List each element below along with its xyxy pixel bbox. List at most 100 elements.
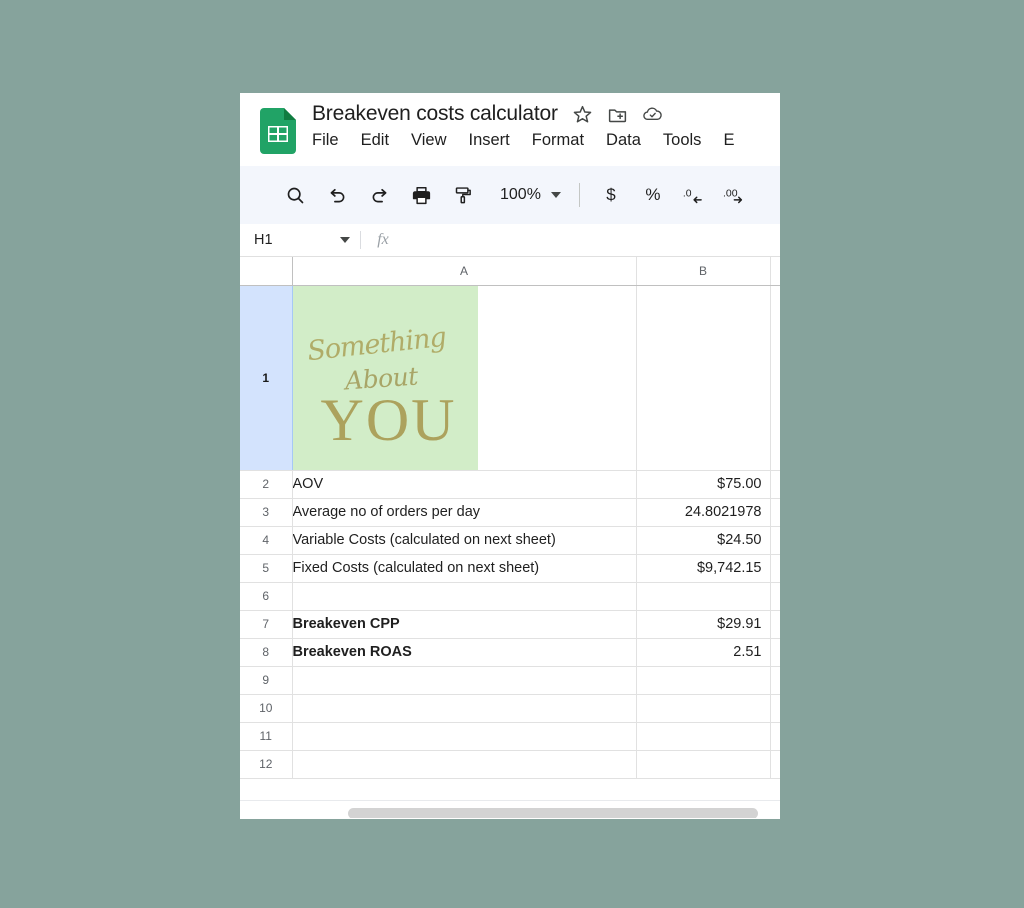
name-box[interactable]: H1 xyxy=(240,224,360,256)
move-to-folder-icon[interactable] xyxy=(607,104,628,125)
cell-a8[interactable]: Breakeven ROAS xyxy=(292,638,637,667)
cell-c7[interactable] xyxy=(770,610,780,639)
row-header-2[interactable]: 2 xyxy=(240,470,293,499)
cell-a1[interactable]: Something About YOU xyxy=(292,285,637,471)
menu-file[interactable]: File xyxy=(312,130,339,151)
menu-view[interactable]: View xyxy=(411,130,446,151)
menu-bar: File Edit View Insert Format Data Tools … xyxy=(312,130,734,151)
menu-insert[interactable]: Insert xyxy=(469,130,510,151)
grid-table: A B 1 Something About YOU 2 AOV $75.00 3… xyxy=(240,257,780,779)
column-header-row: A B xyxy=(240,257,780,286)
toolbar-divider xyxy=(578,183,580,207)
cell-b4[interactable]: $24.50 xyxy=(636,526,771,555)
formula-input[interactable] xyxy=(405,224,780,256)
row-header-5[interactable]: 5 xyxy=(240,554,293,583)
zoom-value: 100% xyxy=(500,186,541,203)
row-header-6[interactable]: 6 xyxy=(240,582,293,611)
cell-c4[interactable] xyxy=(770,526,780,555)
increase-decimal-icon[interactable]: .00 xyxy=(716,178,758,212)
row-header-11[interactable]: 11 xyxy=(240,722,293,751)
cell-b5[interactable]: $9,742.15 xyxy=(636,554,771,583)
table-row: 1 Something About YOU xyxy=(240,285,780,471)
cell-c8[interactable] xyxy=(770,638,780,667)
horizontal-scrollbar[interactable] xyxy=(240,800,780,818)
cell-a12[interactable] xyxy=(292,750,637,779)
svg-text:.00: .00 xyxy=(723,187,738,199)
cell-b6[interactable] xyxy=(636,582,771,611)
print-icon[interactable] xyxy=(400,178,442,212)
row-header-1[interactable]: 1 xyxy=(240,285,293,471)
menu-extensions[interactable]: E xyxy=(723,130,734,151)
logo-line-1: Something xyxy=(305,321,447,367)
brand-logo-image: Something About YOU xyxy=(292,285,478,469)
table-row: 7 Breakeven CPP $29.91 xyxy=(240,610,780,639)
toolbar: 100% $ % .0 .00 xyxy=(240,166,780,224)
cell-a9[interactable] xyxy=(292,666,637,695)
percent-format-button[interactable]: % xyxy=(632,178,674,212)
cell-a10[interactable] xyxy=(292,694,637,723)
cell-a4[interactable]: Variable Costs (calculated on next sheet… xyxy=(292,526,637,555)
title-row: Breakeven costs calculator xyxy=(312,102,663,126)
cell-c1[interactable] xyxy=(770,285,780,471)
redo-icon[interactable] xyxy=(358,178,400,212)
paint-format-icon[interactable] xyxy=(442,178,484,212)
table-row: 12 xyxy=(240,750,780,779)
scrollbar-track[interactable] xyxy=(292,804,780,818)
decrease-decimal-icon[interactable]: .0 xyxy=(674,178,716,212)
column-header-a[interactable]: A xyxy=(292,257,637,286)
row-header-10[interactable]: 10 xyxy=(240,694,293,723)
cell-c10[interactable] xyxy=(770,694,780,723)
cell-c5[interactable] xyxy=(770,554,780,583)
row-header-12[interactable]: 12 xyxy=(240,750,293,779)
cell-b7[interactable]: $29.91 xyxy=(636,610,771,639)
table-row: 4 Variable Costs (calculated on next she… xyxy=(240,526,780,555)
cell-a3[interactable]: Average no of orders per day xyxy=(292,498,637,527)
select-all-corner[interactable] xyxy=(240,257,293,286)
star-icon[interactable] xyxy=(572,104,593,125)
cell-c12[interactable] xyxy=(770,750,780,779)
cell-c3[interactable] xyxy=(770,498,780,527)
cloud-saved-icon[interactable] xyxy=(642,104,663,125)
cell-c6[interactable] xyxy=(770,582,780,611)
cell-b11[interactable] xyxy=(636,722,771,751)
cell-c11[interactable] xyxy=(770,722,780,751)
menu-data[interactable]: Data xyxy=(606,130,641,151)
document-title[interactable]: Breakeven costs calculator xyxy=(312,102,558,126)
cell-c2[interactable] xyxy=(770,470,780,499)
cell-a7[interactable]: Breakeven CPP xyxy=(292,610,637,639)
cell-b12[interactable] xyxy=(636,750,771,779)
table-row: 5 Fixed Costs (calculated on next sheet)… xyxy=(240,554,780,583)
menu-edit[interactable]: Edit xyxy=(361,130,389,151)
grid-body: 1 Something About YOU 2 AOV $75.00 3 Ave… xyxy=(240,285,780,779)
cell-b10[interactable] xyxy=(636,694,771,723)
column-header-c[interactable] xyxy=(770,257,780,286)
chevron-down-icon xyxy=(550,192,561,198)
table-row: 9 xyxy=(240,666,780,695)
cell-b9[interactable] xyxy=(636,666,771,695)
cell-a6[interactable] xyxy=(292,582,637,611)
row-header-8[interactable]: 8 xyxy=(240,638,293,667)
chevron-down-icon[interactable] xyxy=(340,237,350,243)
cell-b8[interactable]: 2.51 xyxy=(636,638,771,667)
undo-icon[interactable] xyxy=(316,178,358,212)
row-header-3[interactable]: 3 xyxy=(240,498,293,527)
row-header-4[interactable]: 4 xyxy=(240,526,293,555)
menu-tools[interactable]: Tools xyxy=(663,130,702,151)
scrollbar-thumb[interactable] xyxy=(348,808,758,818)
row-header-7[interactable]: 7 xyxy=(240,610,293,639)
cell-b3[interactable]: 24.8021978 xyxy=(636,498,771,527)
cell-c9[interactable] xyxy=(770,666,780,695)
search-icon[interactable] xyxy=(274,178,316,212)
cell-b2[interactable]: $75.00 xyxy=(636,470,771,499)
row-header-9[interactable]: 9 xyxy=(240,666,293,695)
column-header-b[interactable]: B xyxy=(636,257,771,286)
currency-format-button[interactable]: $ xyxy=(590,178,632,212)
fx-icon: fx xyxy=(377,231,389,248)
cell-a2[interactable]: AOV xyxy=(292,470,637,499)
cell-a11[interactable] xyxy=(292,722,637,751)
table-row: 10 xyxy=(240,694,780,723)
cell-b1[interactable] xyxy=(636,285,771,471)
zoom-control[interactable]: 100% xyxy=(490,178,569,212)
cell-a5[interactable]: Fixed Costs (calculated on next sheet) xyxy=(292,554,637,583)
menu-format[interactable]: Format xyxy=(532,130,584,151)
